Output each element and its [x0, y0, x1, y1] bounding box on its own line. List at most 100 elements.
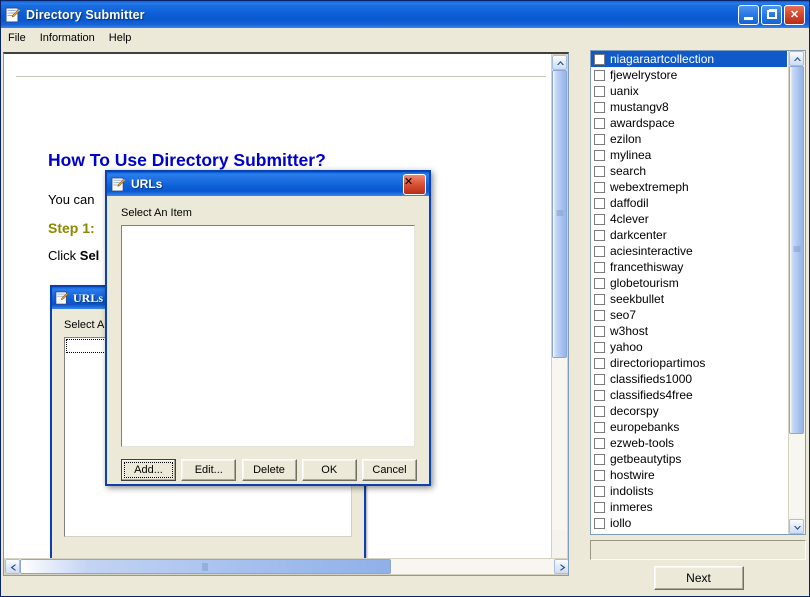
menu-item-file[interactable]: File [1, 30, 33, 46]
checkbox-icon[interactable] [594, 197, 605, 209]
checkbox-icon[interactable] [594, 165, 605, 177]
list-item[interactable]: inmeres [591, 499, 787, 515]
minimize-button[interactable] [738, 4, 759, 25]
caption-buttons: ✕ [738, 4, 805, 25]
checkbox-icon[interactable] [594, 117, 605, 129]
checkbox-icon[interactable] [594, 181, 605, 193]
list-item[interactable]: directoriopartimos [591, 355, 787, 371]
checkbox-icon[interactable] [594, 325, 605, 337]
window-titlebar: Directory Submitter ✕ [1, 1, 809, 28]
list-item[interactable]: francethisway [591, 259, 787, 275]
menu-item-help[interactable]: Help [102, 30, 139, 46]
menu-item-information[interactable]: Information [33, 30, 102, 46]
checkbox-icon[interactable] [594, 261, 605, 273]
checkbox-icon[interactable] [594, 69, 605, 81]
list-item-label: ezweb-tools [610, 436, 675, 450]
checkbox-icon[interactable] [594, 437, 605, 449]
document-hscroll-track[interactable] [20, 559, 554, 574]
checkbox-icon[interactable] [594, 341, 605, 353]
list-item[interactable]: 4clever [591, 211, 787, 227]
document-scroll-track[interactable] [552, 70, 567, 530]
checkbox-icon[interactable] [594, 101, 605, 113]
checkbox-icon[interactable] [594, 469, 605, 481]
checkbox-icon[interactable] [594, 53, 605, 65]
url-list-scrollbar[interactable] [788, 51, 805, 534]
urls-dialog-edit-button[interactable]: Edit... [181, 459, 237, 481]
list-item[interactable]: getbeautytips [591, 451, 787, 467]
list-item[interactable]: ezilon [591, 131, 787, 147]
urls-dialog-cancel-button[interactable]: Cancel [362, 459, 417, 481]
list-item[interactable]: indolists [591, 483, 787, 499]
list-item[interactable]: hostwire [591, 467, 787, 483]
list-item[interactable]: darkcenter [591, 227, 787, 243]
urls-dialog-delete-button[interactable]: Delete [241, 459, 297, 481]
checkbox-icon[interactable] [594, 277, 605, 289]
urls-dialog-ok-button[interactable]: OK [301, 459, 357, 481]
scroll-right-arrow-icon[interactable] [554, 559, 568, 574]
scroll-down-arrow-icon[interactable] [789, 519, 804, 534]
list-item[interactable]: classifieds1000 [591, 371, 787, 387]
maximize-restore-button[interactable] [761, 4, 782, 25]
list-item[interactable]: mustangv8 [591, 99, 787, 115]
checkbox-icon[interactable] [594, 357, 605, 369]
next-button-container: Next [588, 566, 809, 590]
list-item[interactable]: decorspy [591, 403, 787, 419]
document-horizontal-scrollbar[interactable] [4, 558, 568, 575]
list-item[interactable]: ezweb-tools [591, 435, 787, 451]
urls-dialog-listbox[interactable] [121, 225, 415, 447]
list-item[interactable]: aciesinteractive [591, 243, 787, 259]
list-item-label: francethisway [610, 260, 684, 274]
scroll-left-arrow-icon[interactable] [5, 559, 20, 574]
checkbox-icon[interactable] [594, 85, 605, 97]
scroll-up-arrow-icon[interactable] [552, 55, 567, 70]
checkbox-icon[interactable] [594, 133, 605, 145]
list-item[interactable]: w3host [591, 323, 787, 339]
list-item[interactable]: yahoo [591, 339, 787, 355]
checkbox-icon[interactable] [594, 485, 605, 497]
checkbox-icon[interactable] [594, 149, 605, 161]
list-item-label: decorspy [610, 404, 659, 418]
list-item-label: directoriopartimos [610, 356, 706, 370]
checkbox-icon[interactable] [594, 293, 605, 305]
list-item[interactable]: fjewelrystore [591, 67, 787, 83]
list-item[interactable]: awardspace [591, 115, 787, 131]
list-item[interactable]: mylinea [591, 147, 787, 163]
checkbox-icon[interactable] [594, 309, 605, 321]
url-scroll-track[interactable] [789, 66, 805, 517]
checkbox-icon[interactable] [594, 389, 605, 401]
checkbox-icon[interactable] [594, 373, 605, 385]
checkbox-icon[interactable] [594, 501, 605, 513]
list-item[interactable]: globetourism [591, 275, 787, 291]
checkbox-icon[interactable] [594, 453, 605, 465]
checkbox-icon[interactable] [594, 229, 605, 241]
document-scroll-thumb[interactable] [552, 70, 567, 358]
list-item[interactable]: niagaraartcollection [591, 51, 787, 67]
close-button[interactable]: ✕ [784, 4, 805, 25]
list-item[interactable]: classifieds4free [591, 387, 787, 403]
list-item[interactable]: seekbullet [591, 291, 787, 307]
url-listbox[interactable]: niagaraartcollection fjewelrystore uanix mu… [590, 50, 806, 535]
list-item[interactable]: uanix [591, 83, 787, 99]
url-scroll-thumb[interactable] [789, 66, 804, 434]
checkbox-icon[interactable] [594, 405, 605, 417]
paragraph-1-before: You can [48, 192, 95, 207]
list-item[interactable]: iollo [591, 515, 787, 531]
urls-dialog-add-button[interactable]: Add... [121, 459, 176, 481]
urls-dialog-close-button[interactable]: ✕ [403, 173, 426, 195]
list-item[interactable]: seo7 [591, 307, 787, 323]
checkbox-icon[interactable] [594, 517, 605, 529]
checkbox-icon[interactable] [594, 213, 605, 225]
url-list[interactable]: niagaraartcollection fjewelrystore uanix mu… [591, 51, 787, 534]
list-item-label: classifieds1000 [610, 372, 693, 386]
document-vertical-scrollbar[interactable] [551, 54, 568, 575]
checkbox-icon[interactable] [594, 245, 605, 257]
scroll-up-arrow-icon[interactable] [789, 51, 804, 66]
list-item[interactable]: search [591, 163, 787, 179]
checkbox-icon[interactable] [594, 421, 605, 433]
list-item[interactable]: europebanks [591, 419, 787, 435]
next-button[interactable]: Next [653, 566, 744, 590]
list-item[interactable]: webextremeph [591, 179, 787, 195]
list-item[interactable]: daffodil [591, 195, 787, 211]
list-item-label: globetourism [610, 276, 679, 290]
document-hscroll-thumb[interactable] [20, 559, 391, 574]
